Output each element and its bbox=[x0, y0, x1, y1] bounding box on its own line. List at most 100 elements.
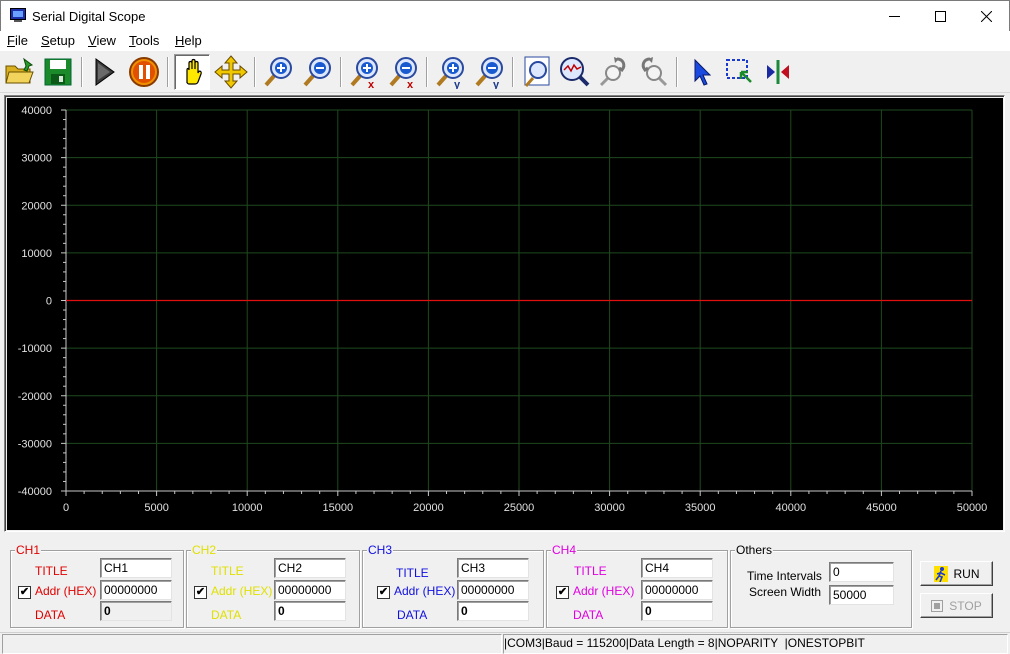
ch4-data-field: 0 bbox=[641, 601, 713, 621]
move-button[interactable] bbox=[213, 54, 249, 90]
pan-tool-button[interactable] bbox=[174, 54, 210, 90]
menu-tools[interactable]: Tools bbox=[129, 33, 159, 48]
y-tick-label: -20000 bbox=[18, 391, 52, 403]
screen-width-field[interactable]: 50000 bbox=[829, 585, 894, 605]
ch2-addr-label: Addr (HEX) bbox=[211, 584, 273, 598]
x-tick-label: 5000 bbox=[144, 502, 168, 514]
y-tick-label: 0 bbox=[46, 296, 52, 308]
ch1-data-field: 0 bbox=[100, 601, 172, 621]
ch1-data-label: DATA bbox=[35, 608, 66, 622]
zoom-out-button[interactable] bbox=[299, 54, 335, 90]
open-folder-icon bbox=[5, 57, 34, 84]
minimize-button[interactable] bbox=[871, 1, 917, 32]
zoom-out-x-button[interactable]: x bbox=[385, 54, 421, 90]
menu-setup[interactable]: Setup bbox=[41, 33, 75, 48]
undo-zoom-button[interactable] bbox=[596, 54, 632, 90]
title-bar[interactable]: Serial Digital Scope bbox=[0, 0, 1010, 31]
open-button[interactable] bbox=[2, 54, 38, 90]
ch3-caption: CH3 bbox=[367, 543, 394, 557]
scope-chart: 0 5000 10000 15000 20000 25000 30000 35000 40000… bbox=[18, 105, 988, 514]
menu-view[interactable]: View bbox=[88, 33, 116, 48]
ch4-addr-label: Addr (HEX) bbox=[573, 584, 635, 598]
zoom-out-icon bbox=[303, 57, 331, 87]
others-caption: Others bbox=[735, 543, 774, 557]
time-intervals-field[interactable]: 0 bbox=[829, 562, 894, 582]
select-region-button[interactable] bbox=[721, 54, 757, 90]
ch3-title-label: TITLE bbox=[396, 566, 429, 580]
ch4-addr-field[interactable]: 00000000 bbox=[641, 580, 713, 600]
menu-help[interactable]: Help bbox=[175, 33, 202, 48]
app-icon bbox=[10, 8, 26, 22]
ch4-enable-checkbox[interactable]: ✔ bbox=[556, 586, 569, 599]
zoom-in-icon bbox=[264, 57, 292, 87]
ch4-title-field[interactable]: CH4 bbox=[641, 558, 713, 578]
ch2-data-label: DATA bbox=[211, 608, 242, 622]
others-panel: Others Time Intervals 0 Screen Width 500… bbox=[730, 543, 912, 628]
ch2-addr-field[interactable]: 00000000 bbox=[274, 580, 346, 600]
zoom-out-x-icon: x bbox=[389, 57, 417, 89]
ch4-title-label: TITLE bbox=[574, 564, 607, 578]
zoom-fit-button[interactable] bbox=[518, 54, 554, 90]
x-tick-label: 15000 bbox=[323, 502, 354, 514]
save-icon bbox=[44, 58, 72, 86]
x-tick-label: 0 bbox=[63, 502, 69, 514]
status-bar: |COM3|Baud = 115200|Data Length = 8|NOPA… bbox=[0, 632, 1010, 654]
zoom-in-button[interactable] bbox=[260, 54, 296, 90]
x-tick-label: 20000 bbox=[413, 502, 444, 514]
cursor-marker-button[interactable] bbox=[760, 54, 796, 90]
y-tick-label: -30000 bbox=[18, 438, 52, 450]
zoom-in-y-button[interactable]: y bbox=[432, 54, 468, 90]
pointer-icon bbox=[694, 58, 712, 86]
ch2-title-field[interactable]: CH2 bbox=[274, 558, 346, 578]
ch1-addr-field[interactable]: 00000000 bbox=[100, 580, 172, 600]
stop-icon bbox=[931, 599, 944, 612]
save-button[interactable] bbox=[40, 54, 76, 90]
ch4-caption: CH4 bbox=[551, 543, 578, 557]
x-tick-label: 50000 bbox=[957, 502, 988, 514]
play-icon bbox=[95, 58, 115, 86]
pause-icon bbox=[129, 57, 159, 87]
move-arrows-icon bbox=[214, 55, 248, 89]
svg-text:y: y bbox=[493, 79, 500, 89]
x-tick-label: 25000 bbox=[504, 502, 535, 514]
svg-text:x: x bbox=[407, 79, 414, 89]
pointer-button[interactable] bbox=[683, 54, 719, 90]
cursor-marker-icon bbox=[767, 60, 789, 84]
ch1-title-field[interactable]: CH1 bbox=[100, 558, 172, 578]
scope-plot[interactable]: 0 5000 10000 15000 20000 25000 30000 35000 40000… bbox=[7, 98, 1003, 530]
y-tick-label: 30000 bbox=[21, 153, 52, 165]
y-tick-label: 20000 bbox=[21, 200, 52, 212]
ch3-addr-field[interactable]: 00000000 bbox=[457, 580, 529, 600]
svg-text:y: y bbox=[454, 79, 461, 89]
y-tick-label: 40000 bbox=[21, 105, 52, 117]
run-toolbar-button[interactable] bbox=[86, 54, 122, 90]
ch1-addr-label: Addr (HEX) bbox=[35, 584, 97, 598]
x-tick-label: 35000 bbox=[685, 502, 716, 514]
screen-width-label: Screen Width bbox=[749, 585, 822, 599]
zoom-search-button[interactable] bbox=[557, 54, 593, 90]
y-tick-label: 10000 bbox=[21, 248, 52, 260]
menu-file[interactable]: File bbox=[7, 33, 28, 48]
ch2-enable-checkbox[interactable]: ✔ bbox=[194, 586, 207, 599]
pause-button[interactable] bbox=[126, 54, 162, 90]
ch1-title-label: TITLE bbox=[35, 564, 68, 578]
redo-zoom-button[interactable] bbox=[635, 54, 671, 90]
zoom-search-icon bbox=[560, 57, 590, 87]
y-tick-label: -10000 bbox=[18, 343, 52, 355]
ch1-enable-checkbox[interactable]: ✔ bbox=[18, 586, 31, 599]
ch2-panel: CH2 TITLE CH2 ✔ Addr (HEX) 00000000 DATA… bbox=[186, 543, 360, 628]
close-button[interactable] bbox=[963, 1, 1009, 32]
maximize-button[interactable] bbox=[917, 1, 963, 32]
status-text: |COM3|Baud = 115200|Data Length = 8|NOPA… bbox=[504, 636, 865, 650]
ch3-enable-checkbox[interactable]: ✔ bbox=[377, 586, 390, 599]
y-tick-label: -40000 bbox=[18, 486, 52, 498]
ch3-title-field[interactable]: CH3 bbox=[457, 558, 529, 578]
zoom-in-x-button[interactable]: x bbox=[346, 54, 382, 90]
run-button[interactable]: RUN bbox=[920, 561, 993, 586]
stop-button[interactable]: STOP bbox=[920, 593, 993, 618]
ch2-caption: CH2 bbox=[191, 543, 218, 557]
svg-text:x: x bbox=[368, 79, 375, 89]
status-cell-empty bbox=[2, 634, 502, 654]
zoom-out-y-button[interactable]: y bbox=[471, 54, 507, 90]
stop-button-label: STOP bbox=[949, 598, 982, 613]
